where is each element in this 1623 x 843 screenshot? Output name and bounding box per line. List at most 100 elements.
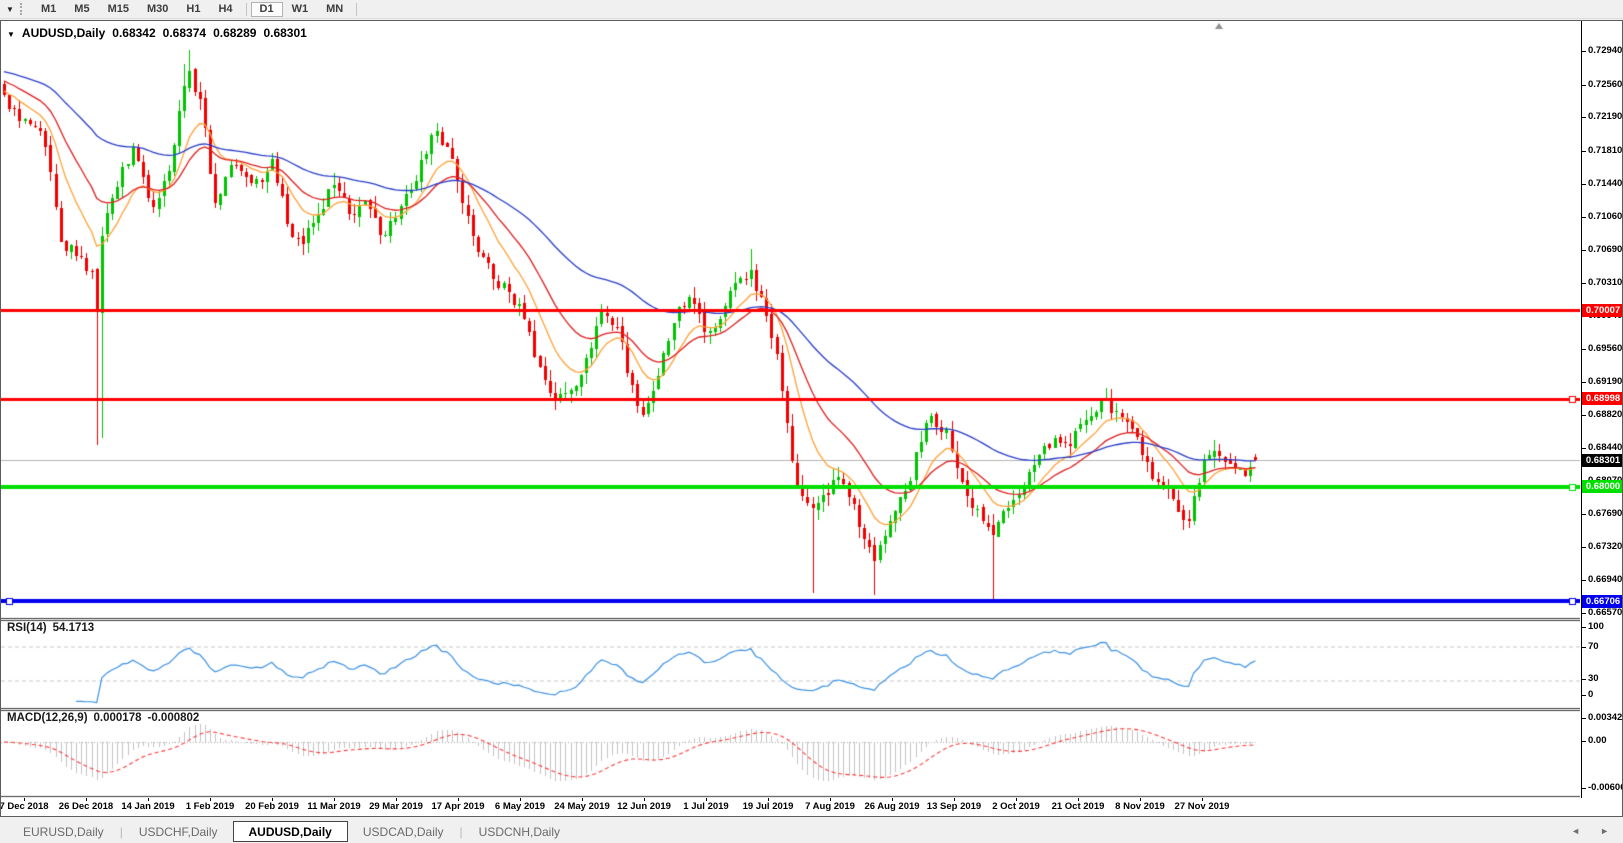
price-tick-label: 0.71440 [1588,178,1622,189]
price-tick-label: 0.71060 [1588,211,1622,222]
date-tick-label: 8 Nov 2019 [1115,801,1165,812]
price-tick-label: 0.69560 [1588,343,1622,354]
price-tick-mark [1581,117,1586,118]
macd-tick-label-mark [1581,788,1586,789]
date-tick-label: 24 May 2019 [554,801,609,812]
date-tick-label: 7 Dec 2018 [0,801,49,812]
ohlc-low-value: 0.68289 [213,26,256,40]
tab-usdcad-daily[interactable]: USDCAD,Daily [348,822,459,841]
macd-tick-label: 0.003421 [1588,712,1623,723]
toolbar-dropdown-button[interactable]: ▼ [2,2,18,16]
price-tick-label: 0.70310 [1588,277,1622,288]
macd-name: MACD(12,26,9) [7,712,88,724]
chart-window: ▼AUDUSD,Daily0.683420.683740.682890.6830… [0,20,1623,817]
price-tick-mark [1581,415,1586,416]
rsi-tick-label: 0 [1588,689,1593,700]
chart-symbol-label: AUDUSD,Daily [22,26,105,40]
tab-audusd-daily[interactable]: AUDUSD,Daily [233,821,348,842]
level-price-label: 0.66706 [1582,595,1623,608]
price-tick-label: 0.68820 [1588,409,1622,420]
date-tick-label: 20 Feb 2019 [245,801,299,812]
tabs-scroll-buttons: ◄ ► [1571,826,1609,836]
rsi-tick-label: 30 [1588,673,1599,684]
mt4-application: ▼ M1 M5 M15 M30 H1 H4 D1 W1 MN ▼ AUDUSD,D… [0,0,1623,843]
date-tick-label: 19 Jul 2019 [743,801,794,812]
date-tick-label: 17 Apr 2019 [432,801,485,812]
level-price-label: 0.68998 [1582,392,1623,405]
macd-tick-label: -0.006069 [1588,782,1623,793]
rsi-name: RSI(14) [7,622,47,634]
level-price-label: 0.68000 [1582,480,1623,493]
price-tick-mark [1581,514,1586,515]
timeframe-toolbar: ▼ M1 M5 M15 M30 H1 H4 D1 W1 MN [0,0,1623,19]
price-tick-mark [1581,382,1586,383]
tab-usdcnh-daily[interactable]: USDCNH,Daily [464,822,575,841]
rsi-tick-label: 100 [1588,621,1604,632]
price-tick-label: 0.70690 [1588,244,1622,255]
macd-indicator-label: MACD(12,26,9) 0.000178 -0.000802 [7,712,199,724]
date-tick-label: 7 Aug 2019 [805,801,855,812]
toolbar-gripper [20,3,26,15]
tab-separator: | [120,825,123,839]
macd-signal-value: -0.000802 [148,712,200,724]
timeframe-button-m15[interactable]: M15 [99,2,138,17]
price-tick-label: 0.66570 [1588,607,1622,618]
price-tick-mark [1581,283,1586,284]
date-tick-label: 26 Aug 2019 [864,801,919,812]
timeframe-button-mn[interactable]: MN [317,2,352,17]
price-tick-mark [1581,580,1586,581]
date-tick-label: 2 Oct 2019 [992,801,1040,812]
rsi-value: 54.1713 [53,622,95,634]
price-tick-label: 0.72940 [1588,45,1622,56]
rsi-tick-label-mark [1581,647,1586,648]
ohlc-open-value: 0.68342 [112,26,155,40]
price-tick-label: 0.72560 [1588,79,1622,90]
price-tick-label: 0.69190 [1588,376,1622,387]
date-tick-label: 29 Mar 2019 [369,801,423,812]
toolbar-separator [356,3,357,16]
price-tick-mark [1581,250,1586,251]
price-tick-label: 0.71810 [1588,145,1622,156]
price-tick-mark [1581,349,1586,350]
timeframe-button-d1[interactable]: D1 [251,2,283,17]
date-tick-label: 27 Nov 2019 [1175,801,1230,812]
macd-tick-label-mark [1581,741,1586,742]
price-axis-border [1581,21,1582,798]
level-price-label: 0.70007 [1582,304,1623,317]
timeframe-button-m5[interactable]: M5 [65,2,98,17]
timeframe-button-h1[interactable]: H1 [177,2,209,17]
date-tick-label: 6 May 2019 [495,801,545,812]
chart-title: ▼AUDUSD,Daily0.683420.683740.682890.6830… [7,26,307,40]
tab-usdchf-daily[interactable]: USDCHF,Daily [124,822,233,841]
price-tick-mark [1581,448,1586,449]
rsi-tick-label-mark [1581,695,1586,696]
date-tick-label: 1 Jul 2019 [683,801,728,812]
date-tick-label: 13 Sep 2019 [927,801,981,812]
date-tick-label: 26 Dec 2018 [59,801,113,812]
chart-plot-area[interactable] [1,21,1580,798]
rsi-tick-label: 70 [1588,641,1599,652]
current-price-label: 0.68301 [1582,454,1623,467]
timeframe-button-h4[interactable]: H4 [209,2,241,17]
price-tick-label: 0.67690 [1588,508,1622,519]
chart-tabs-bar: EURUSD,Daily | USDCHF,Daily AUDUSD,Daily… [0,820,1623,843]
tab-eurusd-daily[interactable]: EURUSD,Daily [8,822,119,841]
macd-tick-label: 0.00 [1588,735,1607,746]
macd-main-value: 0.000178 [94,712,142,724]
rsi-tick-label-mark [1581,679,1586,680]
price-tick-mark [1581,51,1586,52]
timeframe-button-w1[interactable]: W1 [283,2,318,17]
rsi-indicator-label: RSI(14) 54.1713 [7,622,94,634]
timeframe-button-m1[interactable]: M1 [32,2,65,17]
date-tick-label: 21 Oct 2019 [1052,801,1105,812]
ohlc-high-value: 0.68374 [163,26,206,40]
toolbar-separator [246,3,247,16]
timeframe-button-m30[interactable]: M30 [138,2,177,17]
price-tick-mark [1581,184,1586,185]
tabs-scroll-left-button[interactable]: ◄ [1571,826,1580,836]
date-tick-label: 14 Jan 2019 [121,801,174,812]
rsi-tick-label-mark [1581,627,1586,628]
price-tick-mark [1581,613,1586,614]
price-tick-label: 0.68440 [1588,442,1622,453]
tabs-scroll-right-button[interactable]: ► [1600,826,1609,836]
